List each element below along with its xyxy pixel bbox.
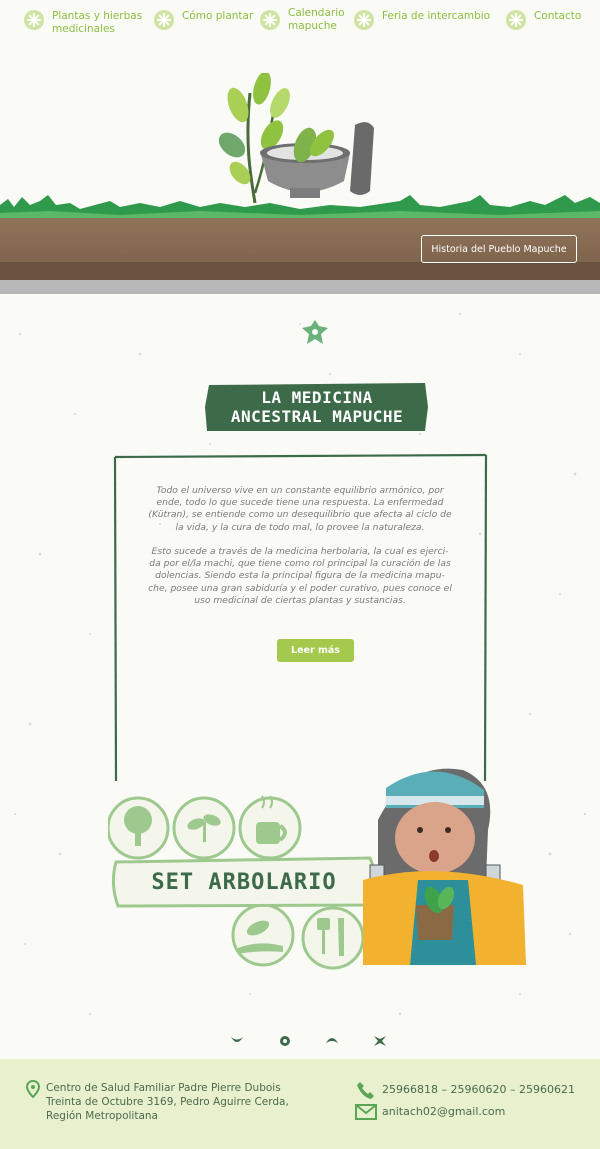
location-pin-icon	[26, 1080, 40, 1098]
flower-icon	[154, 10, 174, 30]
history-button[interactable]: Historia del Pueblo Mapuche	[421, 235, 577, 263]
flower-icon	[260, 10, 280, 30]
footer: Centro de Salud Familiar Padre Pierre Du…	[0, 1059, 600, 1149]
machi-paragraph: Esto sucede a través de la medicina herb…	[148, 546, 452, 606]
page-title-line1: LA MEDICINA	[261, 388, 373, 407]
footer-address: Centro de Salud Familiar Padre Pierre Du…	[46, 1082, 289, 1122]
set-arbolario-label[interactable]: SET ARBOLARIO	[114, 862, 374, 902]
title-banner: LA MEDICINA ANCESTRAL MAPUCHE	[203, 381, 431, 433]
top-nav: Plantas y hierbas medicinales Cómo planta…	[0, 0, 600, 48]
flower-icon	[354, 10, 374, 30]
nav-label: Calendario mapuche	[288, 7, 345, 32]
nav-label: Feria de intercambio	[382, 10, 491, 22]
ground-band	[0, 280, 600, 294]
soil-bottom	[0, 262, 600, 280]
nav-item-feria[interactable]: Feria de intercambio	[354, 10, 490, 30]
mapuche-emblem-icon	[302, 320, 328, 344]
nav-item-plantas[interactable]: Plantas y hierbas medicinales	[24, 10, 142, 36]
flower-icon	[506, 10, 526, 30]
mail-icon	[355, 1104, 377, 1120]
nav-item-como-plantar[interactable]: Cómo plantar	[154, 10, 253, 30]
intro-paragraph: Todo el universo vive en un constante eq…	[148, 485, 452, 533]
nav-label: Cómo plantar	[182, 10, 254, 22]
read-more-button[interactable]: Leer más	[277, 639, 354, 662]
page-title-line2: ANCESTRAL MAPUCHE	[230, 407, 404, 426]
footer-email[interactable]: anitach02@gmail.com	[382, 1105, 505, 1118]
hero-banner: Historia del Pueblo Mapuche	[0, 48, 600, 294]
mortar-plant-illustration	[218, 73, 374, 204]
grass-strip	[0, 195, 600, 221]
nav-label: Contacto	[534, 10, 582, 22]
nav-label: Plantas y hierbas medicinales	[52, 10, 143, 35]
flower-icon	[24, 10, 44, 30]
nav-item-calendario[interactable]: Calendario mapuche	[260, 7, 345, 33]
footer-phones[interactable]: 25966818 – 25960620 – 25960621	[382, 1083, 575, 1096]
phone-icon	[357, 1082, 374, 1099]
decorative-symbols-row	[231, 1036, 386, 1046]
nav-item-contacto[interactable]: Contacto	[506, 10, 581, 30]
